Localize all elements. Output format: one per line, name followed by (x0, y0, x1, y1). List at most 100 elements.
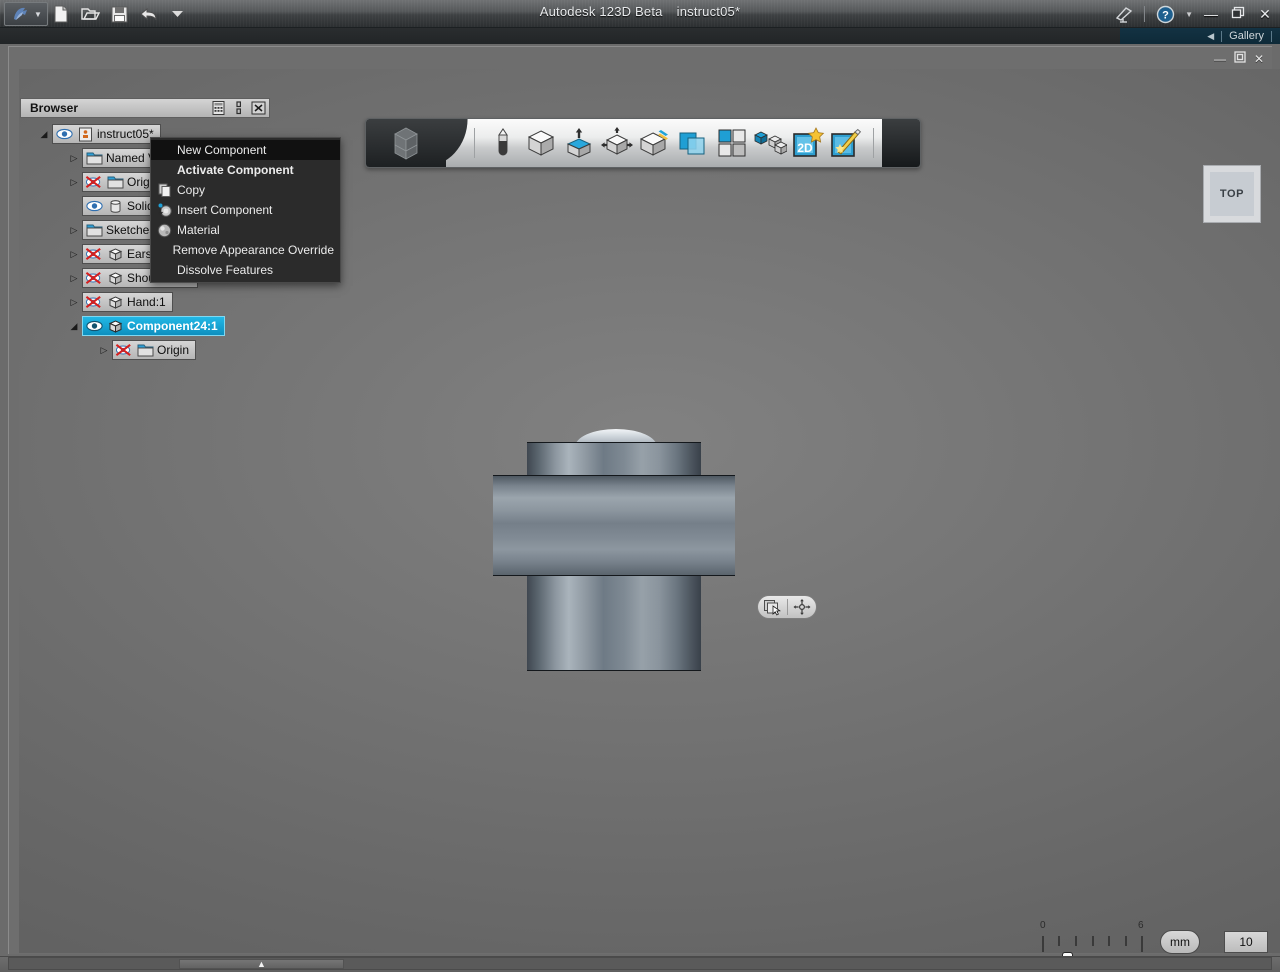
tree-node[interactable]: Origin (112, 340, 197, 360)
tree-twisty-icon[interactable]: ▷ (68, 152, 80, 164)
tree-twisty-icon[interactable]: ▷ (68, 224, 80, 236)
tree-node[interactable]: instruct05* (52, 124, 161, 144)
blank-icon (157, 143, 172, 158)
doc-minimize-button[interactable]: — (1214, 52, 1226, 66)
eye-visible-icon[interactable] (85, 198, 103, 214)
document-name: instruct05* (676, 4, 741, 19)
eye-hidden-icon[interactable] (85, 294, 103, 310)
divider (1271, 30, 1272, 42)
tree-node-selected[interactable]: Component24:1 (82, 316, 225, 336)
tree-node-label: Sketches (106, 223, 156, 237)
folder-icon (106, 174, 124, 190)
svg-text:2D: 2D (797, 141, 813, 155)
menu-item-copy[interactable]: Copy (151, 180, 340, 200)
gallery-panel-tab[interactable]: ◀ Gallery (1120, 28, 1280, 44)
doc-restore-button[interactable] (1234, 51, 1246, 66)
menu-item-insert-component[interactable]: Insert Component (151, 200, 340, 220)
sketch-pencil-icon[interactable] (484, 123, 520, 163)
main-toolbar: 2D (365, 118, 921, 168)
panel-close-icon[interactable] (250, 100, 267, 116)
assembly-blocks-icon[interactable] (752, 123, 788, 163)
ruler-tick (1141, 936, 1143, 952)
menu-item-label: Dissolve Features (177, 263, 274, 277)
eye-hidden-icon[interactable] (85, 270, 103, 286)
copy-icon (157, 183, 172, 198)
workspace: — ✕ TOP 2D Browser ◢ instruct05* ▷ Named… (0, 44, 1280, 972)
tree-twisty-icon[interactable]: ▷ (68, 272, 80, 284)
view-cube[interactable]: TOP (1203, 165, 1261, 223)
tree-twisty-icon[interactable]: ◢ (68, 320, 80, 332)
combine-shapes-icon[interactable] (675, 123, 711, 163)
context-menu: New Component Activate Component Copy In… (150, 137, 341, 283)
cube-grid-home-icon (393, 127, 418, 160)
window-controls: ? ▼ — ✕ (1113, 3, 1274, 25)
menu-item-remove-appearance-override[interactable]: Remove Appearance Override (151, 240, 340, 260)
eye-hidden-icon[interactable] (85, 174, 103, 190)
horizontal-scrollbar[interactable]: ▲ (8, 957, 1272, 970)
primitive-cube-icon[interactable] (523, 123, 559, 163)
copy-face-icon[interactable] (758, 596, 787, 618)
view-cube-face-label[interactable]: TOP (1210, 172, 1254, 216)
horizontal-cylinder[interactable] (493, 475, 735, 576)
magic-wand-icon[interactable] (828, 123, 864, 163)
tree-twisty-icon[interactable]: ▷ (68, 176, 80, 188)
panel-dots-icon[interactable] (230, 100, 247, 116)
gallery-label[interactable]: Gallery (1229, 30, 1264, 42)
blank-icon (157, 163, 172, 178)
units-button[interactable]: mm (1160, 930, 1200, 954)
help-icon[interactable]: ? (1154, 3, 1176, 25)
eye-visible-icon[interactable] (55, 126, 73, 142)
eye-visible-icon[interactable] (85, 318, 103, 334)
ruler-tick-label: 0 (1040, 920, 1046, 931)
divider (1144, 6, 1146, 22)
menu-item-label: Activate Component (177, 163, 294, 177)
help-caret-icon[interactable]: ▼ (1185, 10, 1193, 19)
move-gizmo-icon[interactable] (788, 596, 817, 618)
menu-item-dissolve-features[interactable]: Dissolve Features (151, 260, 340, 280)
tree-twisty-icon[interactable] (68, 200, 80, 212)
eye-hidden-icon[interactable] (85, 246, 103, 262)
tree-twisty-icon[interactable]: ▷ (98, 344, 110, 356)
scale-ruler[interactable]: 0 6 (1040, 920, 1144, 972)
modify-cube-icon[interactable] (599, 123, 635, 163)
ruler-tick-label: 6 (1138, 920, 1144, 931)
menu-item-material[interactable]: Material (151, 220, 340, 240)
component-icon (106, 294, 124, 310)
divider (1221, 30, 1223, 42)
menu-item-label: Remove Appearance Override (172, 243, 334, 257)
eye-hidden-icon[interactable] (115, 342, 133, 358)
tree-node[interactable]: Hand:1 (82, 292, 173, 312)
grouping-tiles-icon[interactable] (714, 123, 750, 163)
tree-twisty-icon[interactable]: ▷ (68, 248, 80, 260)
folder-icon (85, 150, 103, 166)
folder-icon (136, 342, 154, 358)
blank-icon (157, 243, 168, 258)
panel-grid-icon[interactable] (210, 100, 227, 116)
component-icon (106, 246, 124, 262)
restore-button[interactable] (1229, 6, 1247, 22)
tree-twisty-icon[interactable]: ▷ (68, 296, 80, 308)
body-icon (106, 198, 124, 214)
doc-close-button[interactable]: ✕ (1254, 52, 1264, 66)
ruler-tick (1058, 936, 1060, 946)
menu-item-new-component[interactable]: New Component (151, 140, 340, 160)
menu-item-activate-component[interactable]: Activate Component (151, 160, 340, 180)
minimize-button[interactable]: — (1202, 6, 1220, 22)
close-button[interactable]: ✕ (1256, 6, 1274, 23)
browser-title: Browser (30, 101, 79, 115)
scrollbar-thumb[interactable]: ▲ (179, 959, 344, 969)
tree-row[interactable]: ▷ Hand:1 (20, 290, 270, 314)
tree-row[interactable]: ▷ Origin (20, 338, 270, 362)
gallery-collapse-arrow-icon[interactable]: ◀ (1207, 31, 1214, 42)
home-button[interactable] (366, 119, 446, 167)
tree-twisty-icon[interactable]: ◢ (38, 128, 50, 140)
folder-icon (85, 222, 103, 238)
convert-2d-icon[interactable]: 2D (790, 123, 826, 163)
satellite-icon[interactable] (1113, 3, 1135, 25)
pattern-cube-icon[interactable] (637, 123, 673, 163)
extrude-cube-icon[interactable] (561, 123, 597, 163)
canvas-mini-toolbar (757, 595, 817, 619)
tree-row[interactable]: ◢ Component24:1 (20, 314, 270, 338)
tree-node-label: instruct05* (97, 127, 154, 141)
zoom-value-field[interactable]: 10 (1224, 931, 1268, 953)
